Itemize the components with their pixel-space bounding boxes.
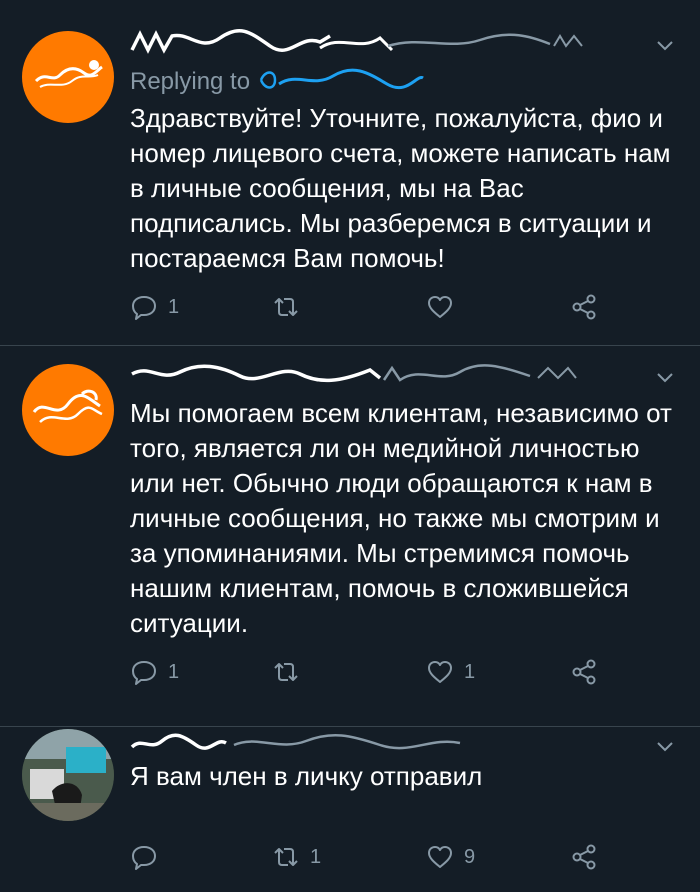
brand-logo-icon bbox=[34, 60, 103, 88]
tweet-actions: 1 1 bbox=[130, 652, 670, 692]
like-button[interactable]: 9 bbox=[426, 837, 475, 877]
redacted-name-image bbox=[131, 364, 577, 383]
tweet-text: Я вам член в личку отправил bbox=[130, 761, 483, 791]
tweet-actions: 1 bbox=[130, 287, 670, 327]
reply-count: 1 bbox=[168, 295, 180, 318]
like-icon bbox=[428, 661, 452, 683]
share-icon bbox=[572, 844, 596, 870]
replying-to-handle[interactable] bbox=[257, 66, 427, 99]
reply-count: 1 bbox=[168, 660, 180, 683]
redacted-handle-image bbox=[259, 68, 424, 90]
share-icon bbox=[572, 294, 596, 320]
reply-button[interactable]: 1 bbox=[130, 287, 179, 327]
retweet-button[interactable] bbox=[272, 287, 310, 327]
tweet-text: Мы помогаем всем клиентам, независимо от… bbox=[130, 398, 672, 638]
redacted-name-image bbox=[130, 733, 461, 750]
retweet-icon bbox=[274, 848, 298, 866]
avatar[interactable] bbox=[22, 729, 114, 821]
share-button[interactable] bbox=[570, 652, 598, 692]
chevron-down-icon[interactable] bbox=[654, 34, 676, 56]
chevron-down-icon[interactable] bbox=[654, 735, 676, 757]
reply-button[interactable] bbox=[130, 837, 168, 877]
share-button[interactable] bbox=[570, 287, 598, 327]
avatar[interactable] bbox=[22, 31, 114, 123]
like-button[interactable]: 1 bbox=[426, 652, 475, 692]
reply-icon bbox=[132, 661, 156, 685]
retweet-icon bbox=[274, 298, 298, 316]
avatar[interactable] bbox=[22, 364, 114, 456]
tweet-actions: 1 9 bbox=[130, 837, 670, 877]
retweet-icon bbox=[274, 663, 298, 681]
replying-to-label: Replying to bbox=[130, 67, 251, 95]
tweet-header bbox=[130, 360, 650, 388]
replying-to: Replying to bbox=[130, 66, 427, 99]
redacted-name-image bbox=[130, 28, 583, 54]
retweet-button[interactable]: 1 bbox=[272, 837, 321, 877]
retweet-button[interactable] bbox=[272, 652, 310, 692]
user-photo-image bbox=[22, 729, 114, 821]
share-button[interactable] bbox=[570, 837, 598, 877]
like-count: 9 bbox=[464, 845, 476, 868]
tweet-header bbox=[130, 28, 650, 56]
retweet-count: 1 bbox=[310, 845, 322, 868]
like-icon bbox=[428, 296, 452, 318]
tweet-2[interactable]: Мы помогаем всем клиентам, независимо от… bbox=[0, 346, 700, 726]
tweet-3[interactable]: Я вам член в личку отправил 1 9 bbox=[0, 727, 700, 892]
brand-logo-icon bbox=[32, 389, 103, 423]
like-icon bbox=[428, 846, 452, 868]
reply-button[interactable]: 1 bbox=[130, 652, 179, 692]
like-count: 1 bbox=[464, 660, 476, 683]
tweet-text: Здравствуйте! Уточните, пожалуйста, фио … bbox=[130, 103, 671, 273]
tweet-1[interactable]: Replying to Здравствуйте! Уточните, пожа… bbox=[0, 0, 700, 345]
reply-icon bbox=[132, 846, 156, 870]
share-icon bbox=[572, 659, 596, 685]
tweet-header bbox=[130, 729, 650, 757]
reply-icon bbox=[132, 296, 156, 320]
chevron-down-icon[interactable] bbox=[654, 366, 676, 388]
like-button[interactable] bbox=[426, 287, 464, 327]
